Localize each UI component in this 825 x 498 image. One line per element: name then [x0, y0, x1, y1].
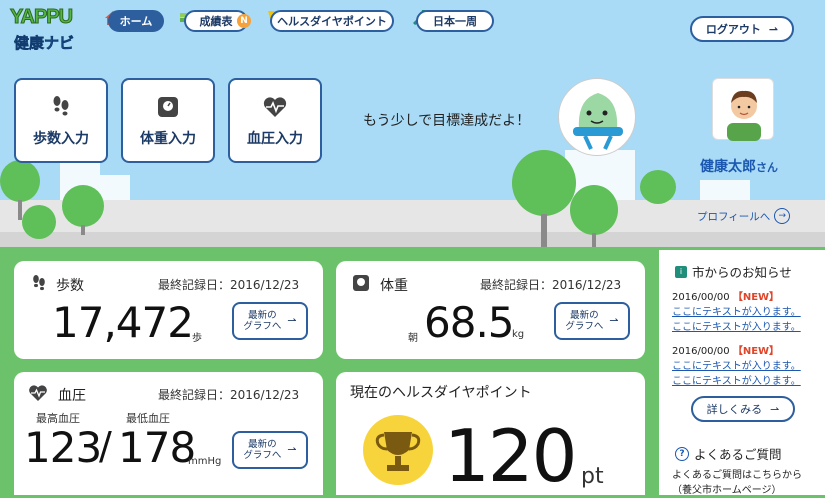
new-tag: 【NEW】: [732, 292, 780, 303]
weight-graph-button[interactable]: 最新の グラフへ ⇀: [554, 302, 630, 340]
faq-text-2: （養父市ホームページ）: [672, 485, 782, 496]
bp-low-value: 178: [118, 423, 196, 472]
heart-pulse-icon: [28, 384, 48, 406]
new-tag: 【NEW】: [732, 346, 780, 357]
bp-entry-button[interactable]: 血圧入力: [228, 78, 322, 163]
news-header: i 市からのお知らせ: [675, 262, 792, 281]
app-logo[interactable]: YAPPU 健康ナビ: [9, 6, 80, 58]
trophy-icon: [362, 414, 434, 490]
points-unit: pt: [581, 464, 604, 489]
weight-card-title: 体重: [380, 278, 408, 294]
footprints-icon: [48, 94, 74, 120]
steps-card-title: 歩数: [56, 278, 84, 294]
weight-value: 68.5: [424, 298, 515, 347]
weight-last-date: 最終記録日：2016/12/23: [480, 278, 622, 292]
steps-graph-button[interactable]: 最新の グラフへ ⇀: [232, 302, 308, 340]
heart-pulse-icon: [262, 94, 288, 120]
arrow-right-icon: ⇀: [287, 314, 297, 328]
arrow-right-icon: ⇀: [609, 314, 619, 328]
avatar: [712, 78, 774, 141]
news-link[interactable]: ここにテキストが入ります。: [672, 303, 801, 318]
graph-btn-line2: グラフへ: [243, 321, 282, 332]
user-name: 健康太郎さん: [700, 156, 778, 176]
news-date: 2016/00/00: [672, 292, 730, 303]
arrow-right-icon: ⇀: [770, 402, 780, 416]
user-name-text: 健康太郎: [700, 159, 756, 175]
logout-button[interactable]: ログアウト ⇀: [690, 16, 794, 42]
info-icon: i: [675, 265, 687, 278]
user-name-suffix: さん: [756, 161, 778, 174]
weight-prefix: 朝: [408, 333, 418, 344]
steps-entry-label: 歩数入力: [33, 130, 89, 147]
news-title: 市からのお知らせ: [692, 265, 792, 280]
points-title: 現在のヘルスダイヤポイント: [350, 385, 532, 401]
news-link[interactable]: ここにテキストが入ります。: [672, 372, 801, 387]
arrow-right-icon: ⇀: [287, 443, 297, 457]
nav-home-button[interactable]: ホーム: [108, 10, 164, 32]
weight-unit: kg: [512, 329, 525, 340]
nav-tour-button[interactable]: 日本一周: [416, 10, 494, 32]
profile-link-label: プロフィールへ: [697, 210, 771, 223]
faq-text-1: よくあるご質問はこちらから: [672, 470, 802, 481]
weight-card: 体重 最終記録日：2016/12/23 朝 68.5 kg 最新の グラフへ ⇀: [336, 261, 645, 359]
logo-line1: YAPPU: [9, 6, 73, 29]
bp-entry-label: 血圧入力: [247, 130, 303, 147]
footprints-icon: [30, 274, 48, 296]
nav-points-button[interactable]: ヘルスダイヤポイント: [270, 10, 394, 32]
steps-last-date: 最終記録日：2016/12/23: [158, 278, 300, 292]
bp-last-date: 最終記録日：2016/12/23: [158, 388, 300, 402]
graph-btn-line1: 最新の: [570, 309, 599, 321]
news-link[interactable]: ここにテキストが入ります。: [672, 318, 801, 333]
weight-entry-button[interactable]: 体重入力: [121, 78, 215, 163]
graph-btn-line2: グラフへ: [243, 450, 282, 461]
graph-btn-line2: グラフへ: [565, 321, 604, 332]
arrow-right-icon: ⇀: [768, 22, 779, 36]
logo-line2: 健康ナビ: [14, 34, 75, 53]
bp-card-title: 血圧: [58, 388, 86, 404]
news-more-button[interactable]: 詳しくみる ⇀: [691, 396, 795, 422]
question-icon: ?: [675, 446, 689, 461]
steps-value: 17,472: [52, 298, 194, 347]
bp-high-value: 123: [24, 423, 102, 472]
news-link[interactable]: ここにテキストが入ります。: [672, 357, 801, 372]
scale-icon: [352, 274, 370, 296]
faq-title: よくあるご質問: [694, 447, 782, 462]
news-date-1: 2016/00/00 【NEW】: [672, 288, 779, 303]
steps-unit: 歩: [192, 333, 202, 344]
mascot-message: もう少しで目標達成だよ！: [363, 113, 531, 129]
faq-header[interactable]: ? よくあるご質問: [675, 444, 782, 463]
graph-btn-line1: 最新の: [248, 309, 277, 321]
bp-card: 血圧 最終記録日：2016/12/23 最高血圧 最低血圧 123 / 178 …: [14, 372, 323, 495]
points-value: 120: [444, 414, 577, 498]
mascot-character: [558, 78, 636, 156]
bp-graph-button[interactable]: 最新の グラフへ ⇀: [232, 431, 308, 469]
steps-card: 歩数 最終記録日：2016/12/23 17,472 歩 最新の グラフへ ⇀: [14, 261, 323, 359]
bp-unit: mmHg: [188, 456, 222, 467]
scale-icon: [155, 94, 181, 120]
news-date: 2016/00/00: [672, 346, 730, 357]
points-card: 現在のヘルスダイヤポイント 120 pt: [336, 372, 645, 495]
news-date-2: 2016/00/00 【NEW】: [672, 342, 779, 357]
profile-link[interactable]: プロフィールへ →: [697, 208, 791, 224]
new-badge: N: [237, 14, 251, 28]
circle-arrow-icon: →: [774, 208, 791, 224]
graph-btn-line1: 最新の: [248, 438, 277, 450]
logout-label: ログアウト: [705, 23, 761, 36]
bp-separator: /: [99, 424, 112, 468]
news-panel: i 市からのお知らせ 2016/00/00 【NEW】 ここにテキストが入ります…: [659, 250, 825, 496]
news-more-label: 詳しくみる: [706, 403, 763, 416]
steps-entry-button[interactable]: 歩数入力: [14, 78, 108, 163]
weight-entry-label: 体重入力: [140, 130, 196, 147]
